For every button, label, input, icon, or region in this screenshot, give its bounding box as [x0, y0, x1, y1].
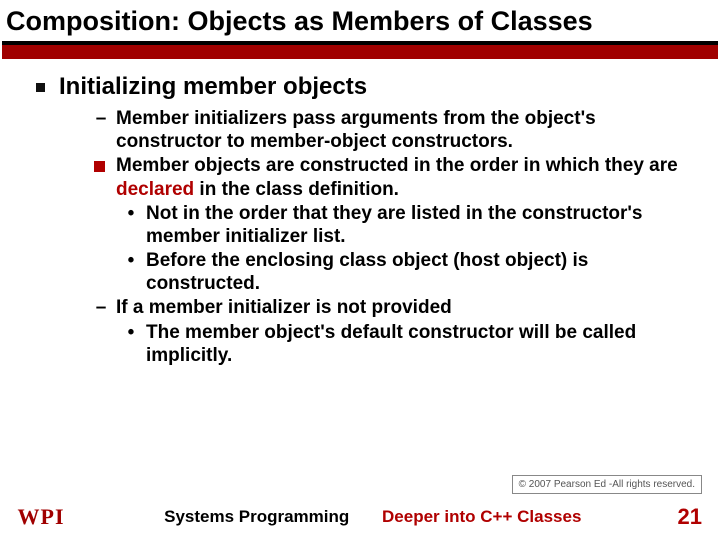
bullet-level1: Initializing member objects	[36, 73, 692, 101]
heading-text: Initializing member objects	[59, 73, 367, 101]
dot-icon: •	[124, 321, 138, 367]
logo-text: WPI	[18, 504, 65, 530]
bullet-text: Member objects are constructed in the or…	[116, 154, 692, 200]
bullet-text: The member object's default constructor …	[146, 321, 692, 367]
footer: WPI Systems Programming Deeper into C++ …	[0, 502, 720, 532]
dash-icon: –	[94, 107, 108, 153]
sub-bullet: – Member initializers pass arguments fro…	[94, 107, 692, 153]
copyright-box: © 2007 Pearson Ed -All rights reserved.	[512, 475, 702, 494]
highlight-word: declared	[116, 179, 194, 200]
content-area: Initializing member objects – Member ini…	[0, 59, 720, 367]
bullet-text: Before the enclosing class object (host …	[146, 249, 692, 295]
wpi-logo: WPI	[14, 502, 68, 532]
red-square-icon	[94, 154, 108, 200]
footer-left-text: Systems Programming	[164, 507, 349, 526]
sub-bullet: Member objects are constructed in the or…	[94, 154, 692, 200]
square-bullet-icon	[36, 83, 45, 92]
bullet-text: Member initializers pass arguments from …	[116, 107, 692, 153]
sub2-bullet: • Not in the order that they are listed …	[124, 202, 692, 248]
title-redbar	[2, 45, 718, 59]
sub2-bullet: • Before the enclosing class object (hos…	[124, 249, 692, 295]
sub-bullet: – If a member initializer is not provide…	[94, 296, 692, 319]
dot-icon: •	[124, 249, 138, 295]
bullet-text: Not in the order that they are listed in…	[146, 202, 692, 248]
page-number: 21	[678, 504, 706, 530]
footer-right-text: Deeper into C++ Classes	[382, 507, 581, 526]
sub2-bullet: • The member object's default constructo…	[124, 321, 692, 367]
dot-icon: •	[124, 202, 138, 248]
bullet-text: If a member initializer is not provided	[116, 296, 692, 319]
dash-icon: –	[94, 296, 108, 319]
slide-title: Composition: Objects as Members of Class…	[6, 6, 714, 37]
